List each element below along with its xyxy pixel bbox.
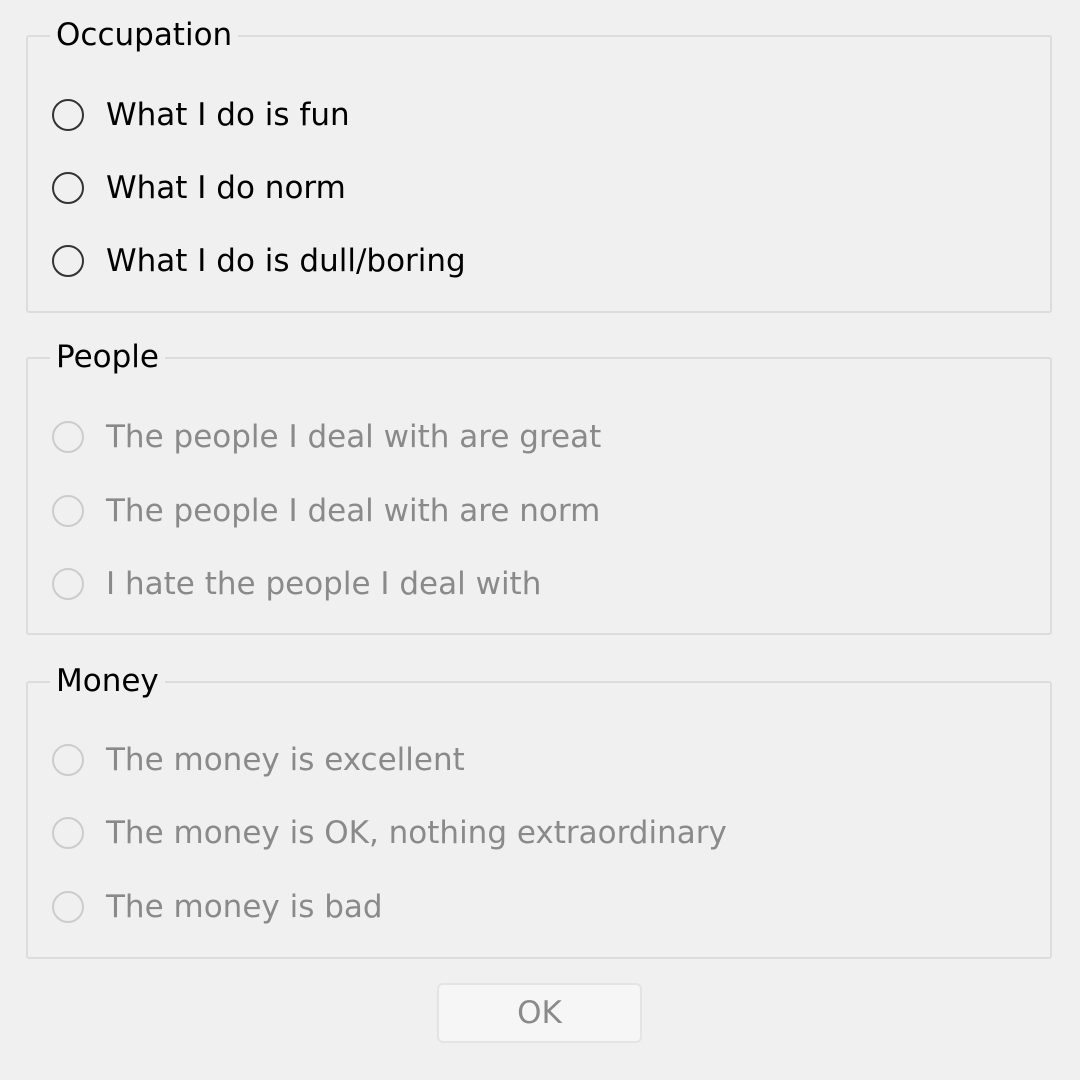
radio-button[interactable] [52,245,84,277]
option-label: The money is excellent [106,742,465,778]
option-label: The people I deal with are great [106,419,602,455]
radio-button[interactable] [52,421,84,453]
option-label: The money is bad [106,889,383,925]
option-label: What I do is fun [106,97,350,133]
money-group-title: Money [50,661,165,701]
occupation-option-fun[interactable]: What I do is fun [52,95,350,135]
occupation-group: Occupation What I do is fun What I do no… [26,15,1052,313]
radio-button[interactable] [52,817,84,849]
ok-button[interactable]: OK [437,983,642,1043]
radio-button[interactable] [52,744,84,776]
people-option-great[interactable]: The people I deal with are great [52,417,601,457]
radio-button[interactable] [52,172,84,204]
occupation-option-norm[interactable]: What I do norm [52,168,346,208]
option-label: The people I deal with are norm [106,493,601,529]
option-label: I hate the people I deal with [106,566,542,602]
option-label: The money is OK, nothing extraordinary [106,815,727,851]
money-group: Money The money is excellent The money i… [26,661,1052,959]
money-option-excellent[interactable]: The money is excellent [52,740,465,780]
people-option-norm[interactable]: The people I deal with are norm [52,491,600,531]
money-option-ok[interactable]: The money is OK, nothing extraordinary [52,813,727,853]
people-option-hate[interactable]: I hate the people I deal with [52,564,541,604]
radio-button[interactable] [52,891,84,923]
option-label: What I do norm [106,170,346,206]
radio-button[interactable] [52,495,84,527]
occupation-group-title: Occupation [50,15,239,55]
option-label: What I do is dull/boring [106,243,466,279]
radio-button[interactable] [52,99,84,131]
radio-button[interactable] [52,568,84,600]
people-group-title: People [50,337,165,377]
questionnaire-dialog: Occupation What I do is fun What I do no… [0,0,1080,1080]
money-option-bad[interactable]: The money is bad [52,887,383,927]
occupation-option-boring[interactable]: What I do is dull/boring [52,241,466,281]
people-group: People The people I deal with are great … [26,337,1052,635]
